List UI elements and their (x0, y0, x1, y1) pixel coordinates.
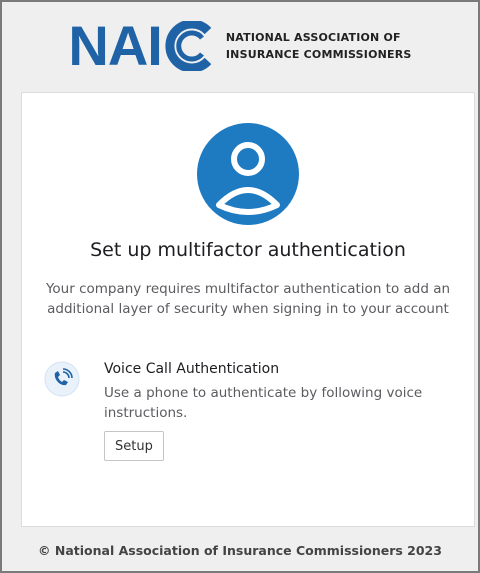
page: NAI NATIONAL ASSOCIATION OF INSURANCE CO… (0, 0, 480, 573)
page-description: Your company requires multifactor authen… (45, 281, 451, 317)
setup-button[interactable]: Setup (104, 431, 164, 461)
mfa-card: Set up multifactor authentication Your c… (21, 92, 475, 527)
naic-logo-mark (165, 21, 212, 71)
naic-tagline: NATIONAL ASSOCIATION OF INSURANCE COMMIS… (226, 29, 412, 63)
header: NAI NATIONAL ASSOCIATION OF INSURANCE CO… (2, 2, 478, 90)
tagline-line-1: NATIONAL ASSOCIATION OF (225, 31, 401, 44)
naic-logo-text: NAI (68, 14, 162, 77)
factor-description: Use a phone to authenticate by following… (104, 385, 423, 421)
user-avatar-icon (197, 123, 299, 225)
factor-name: Voice Call Authentication (104, 361, 280, 377)
naic-logo: NAI (68, 18, 215, 74)
phone-call-icon (44, 361, 80, 397)
page-title: Set up multifactor authentication (90, 239, 406, 261)
footer-copyright: © National Association of Insurance Comm… (38, 543, 442, 558)
tagline-line-2: INSURANCE COMMISSIONERS (225, 48, 412, 61)
